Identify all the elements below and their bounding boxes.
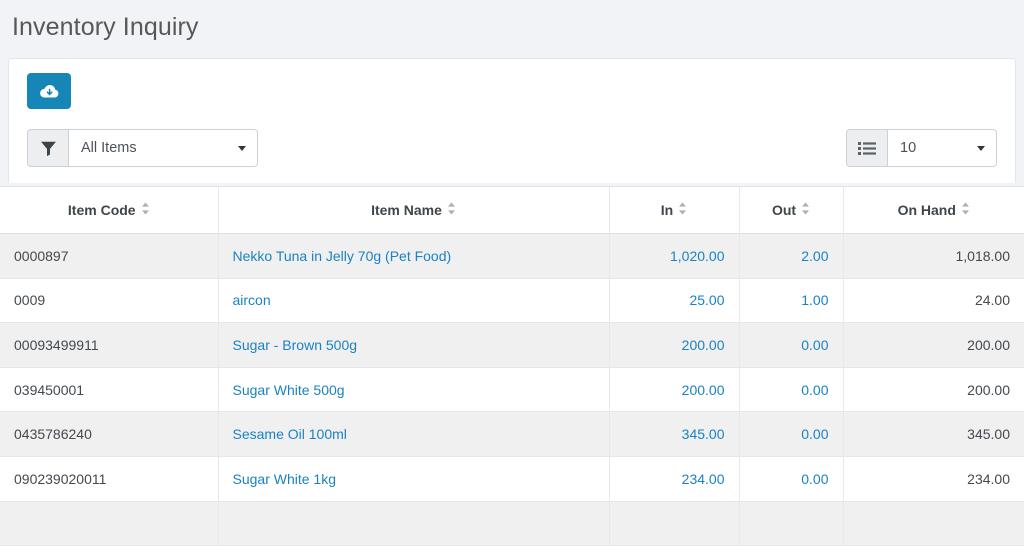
sort-icon — [961, 202, 970, 218]
cell-on-hand: 200.00 — [843, 322, 1024, 368]
cell-item-code: 0000897 — [0, 233, 219, 279]
table-header-row: Item Code Item Name In Out On Hand — [0, 186, 1024, 234]
column-header-item-name[interactable]: Item Name — [218, 186, 610, 234]
page-size-select[interactable]: 10 — [887, 129, 997, 167]
sort-icon — [801, 202, 810, 218]
cell-item-code: 0435786240 — [0, 411, 219, 457]
cell-out: 0.00 — [739, 322, 844, 368]
column-header-on-hand[interactable]: On Hand — [843, 186, 1024, 234]
page-size-select-value: 10 — [900, 140, 917, 156]
in-value-link[interactable]: 25.00 — [689, 292, 724, 308]
cell-item-code: 0009 — [0, 278, 219, 324]
cell-out: 0.00 — [739, 367, 844, 413]
cell-in: 200.00 — [609, 367, 740, 413]
out-value-link[interactable]: 0.00 — [801, 426, 828, 442]
sort-icon — [447, 202, 456, 218]
table-row[interactable]: 090239020011 Sugar White 1kg 234.00 0.00… — [0, 456, 1024, 502]
cell-item-name: Sugar White 500g — [218, 367, 610, 413]
column-header-out[interactable]: Out — [739, 186, 844, 234]
page-size-control: 10 — [846, 129, 997, 167]
cell-in: 200.00 — [609, 322, 740, 368]
sort-icon — [141, 202, 150, 218]
out-value-link[interactable]: 1.00 — [801, 292, 828, 308]
item-name-link[interactable]: aircon — [233, 292, 271, 308]
table-row[interactable]: 0000897 Nekko Tuna in Jelly 70g (Pet Foo… — [0, 233, 1024, 279]
cell-item-name: aircon — [218, 278, 610, 324]
cell-on-hand: 24.00 — [843, 278, 1024, 324]
controls-row: All Items 10 — [9, 117, 1015, 183]
in-value-link[interactable]: 345.00 — [682, 426, 725, 442]
page-title: Inventory Inquiry — [12, 13, 199, 41]
table-row[interactable]: 0009 aircon 25.00 1.00 24.00 — [0, 278, 1024, 324]
item-name-link[interactable]: Sugar White 1kg — [233, 471, 337, 487]
cell-item-name: Sugar - Brown 500g — [218, 322, 610, 368]
column-header-label: Out — [771, 202, 797, 218]
cell-in: 25.00 — [609, 278, 740, 324]
cell-on-hand: 234.00 — [843, 456, 1024, 502]
in-value-link[interactable]: 234.00 — [682, 471, 725, 487]
filter-select-value: All Items — [81, 140, 137, 156]
chevron-down-icon — [977, 146, 985, 151]
column-header-label: In — [660, 202, 674, 218]
table-row[interactable]: 0435786240 Sesame Oil 100ml 345.00 0.00 … — [0, 411, 1024, 457]
cell-out: 0.00 — [739, 456, 844, 502]
cloud-download-icon — [39, 84, 59, 99]
in-value-link[interactable]: 200.00 — [682, 382, 725, 398]
cell-on-hand: 200.00 — [843, 367, 1024, 413]
cell-item-code: 00093499911 — [0, 322, 219, 368]
cell-item-name: Sesame Oil 100ml — [218, 411, 610, 457]
cell-item-name: Nekko Tuna in Jelly 70g (Pet Food) — [218, 233, 610, 279]
column-header-label: Item Name — [371, 202, 442, 218]
cell-out: 2.00 — [739, 233, 844, 279]
column-header-item-code[interactable]: Item Code — [0, 186, 219, 234]
cell-on-hand: 1,018.00 — [843, 233, 1024, 279]
chevron-down-icon — [238, 146, 246, 151]
cell-on-hand: 345.00 — [843, 411, 1024, 457]
out-value-link[interactable]: 0.00 — [801, 382, 828, 398]
table-body: 0000897 Nekko Tuna in Jelly 70g (Pet Foo… — [0, 233, 1024, 546]
cell-in: 234.00 — [609, 456, 740, 502]
item-name-link[interactable]: Nekko Tuna in Jelly 70g (Pet Food) — [233, 248, 452, 264]
out-value-link[interactable]: 2.00 — [801, 248, 828, 264]
item-name-link[interactable]: Sugar White 500g — [233, 382, 345, 398]
cell-out: 1.00 — [739, 278, 844, 324]
in-value-link[interactable]: 200.00 — [682, 337, 725, 353]
table-row[interactable]: 00093499911 Sugar - Brown 500g 200.00 0.… — [0, 322, 1024, 368]
column-header-in[interactable]: In — [609, 186, 740, 234]
cell-out: 0.00 — [739, 411, 844, 457]
item-name-link[interactable]: Sesame Oil 100ml — [233, 426, 347, 442]
toolbar — [9, 59, 1015, 117]
filter-funnel-icon[interactable] — [27, 129, 68, 167]
content-card: All Items 10 — [8, 58, 1016, 183]
inventory-table: Item Code Item Name In Out On Hand 00008… — [0, 186, 1024, 546]
filter-control: All Items — [27, 129, 258, 167]
out-value-link[interactable]: 0.00 — [801, 471, 828, 487]
list-icon[interactable] — [846, 129, 887, 167]
sort-icon — [678, 202, 687, 218]
cell-in: 345.00 — [609, 411, 740, 457]
filter-select[interactable]: All Items — [68, 129, 258, 167]
cell-item-code: 039450001 — [0, 367, 219, 413]
cloud-download-button[interactable] — [27, 73, 71, 109]
cell-item-name: Sugar White 1kg — [218, 456, 610, 502]
cell-item-code: 090239020011 — [0, 456, 219, 502]
table-row[interactable]: 039450001 Sugar White 500g 200.00 0.00 2… — [0, 367, 1024, 413]
column-header-label: Item Code — [67, 202, 136, 218]
in-value-link[interactable]: 1,020.00 — [670, 248, 725, 264]
item-name-link[interactable]: Sugar - Brown 500g — [233, 337, 358, 353]
column-header-label: On Hand — [897, 202, 956, 218]
cell-in: 1,020.00 — [609, 233, 740, 279]
out-value-link[interactable]: 0.00 — [801, 337, 828, 353]
